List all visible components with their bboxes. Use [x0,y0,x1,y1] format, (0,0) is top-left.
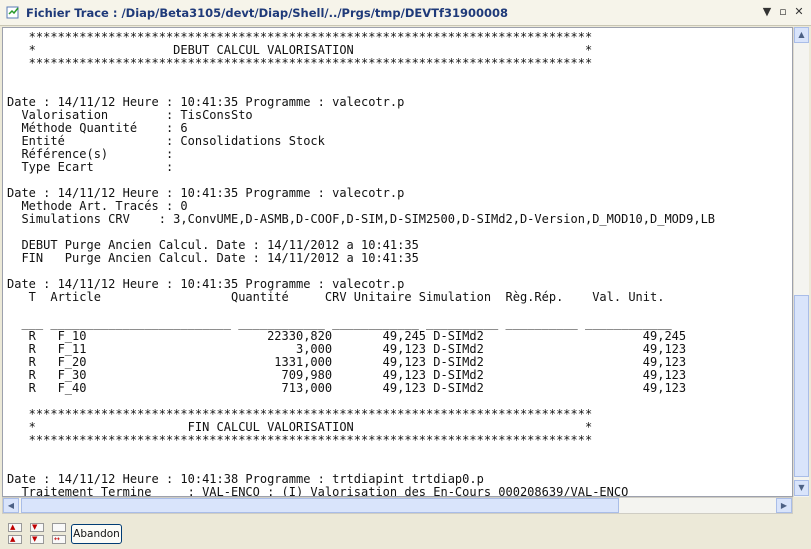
horizontal-scrollbar[interactable]: ◀ ▶ [2,497,793,514]
last-page-icon[interactable]: ▼ [30,535,44,544]
wrap-icon[interactable] [52,523,66,532]
log-line: Type Ecart : [7,160,174,174]
first-page-icon[interactable]: ▲ [8,523,22,532]
log-line: R F_40 713,000 49,123 D-SIMd2 49,123 [7,381,687,395]
scroll-up-button[interactable]: ▲ [794,27,809,43]
horizontal-scroll-thumb[interactable] [21,498,619,513]
log-line: FIN Purge Ancien Calcul. Date : 14/11/20… [7,251,419,265]
title-bar: Fichier Trace : /Diap/Beta3105/devt/Diap… [0,0,811,26]
previous-page-icon[interactable]: ▲ [8,535,22,544]
log-line: Simulations CRV : 3,ConvUME,D-ASMB,D-COO… [7,212,716,226]
menu-dropdown-icon[interactable]: ▼ [760,5,774,19]
trace-file-icon [6,6,19,19]
expand-icon[interactable]: ↔ [52,535,66,544]
window-title: Fichier Trace : /Diap/Beta3105/devt/Diap… [26,6,509,20]
log-line: Traitement Termine : VAL-ENCO : (I) Valo… [7,485,629,497]
log-line: T Article Quantité CRV Unitaire Simulati… [7,290,665,304]
scrollbar-corner [793,497,809,514]
trace-viewer[interactable]: ****************************************… [2,27,793,497]
vertical-scrollbar[interactable]: ▲ ▼ [793,27,809,497]
abandon-button[interactable]: Abandon [71,524,122,544]
next-page-icon[interactable]: ▼ [30,523,44,532]
close-icon[interactable]: ✕ [792,5,806,19]
scroll-down-button[interactable]: ▼ [794,480,809,496]
scroll-right-button[interactable]: ▶ [776,498,792,513]
bottom-toolbar: ▲ ▲ ▼ ▼ ↔ Abandon [0,516,811,549]
scroll-left-button[interactable]: ◀ [3,498,19,513]
trace-log-text: ****************************************… [7,31,715,497]
vertical-scroll-thumb[interactable] [794,295,809,477]
restore-icon[interactable]: ▫ [776,5,790,19]
log-line: ****************************************… [7,433,593,447]
log-line: ****************************************… [7,56,593,70]
